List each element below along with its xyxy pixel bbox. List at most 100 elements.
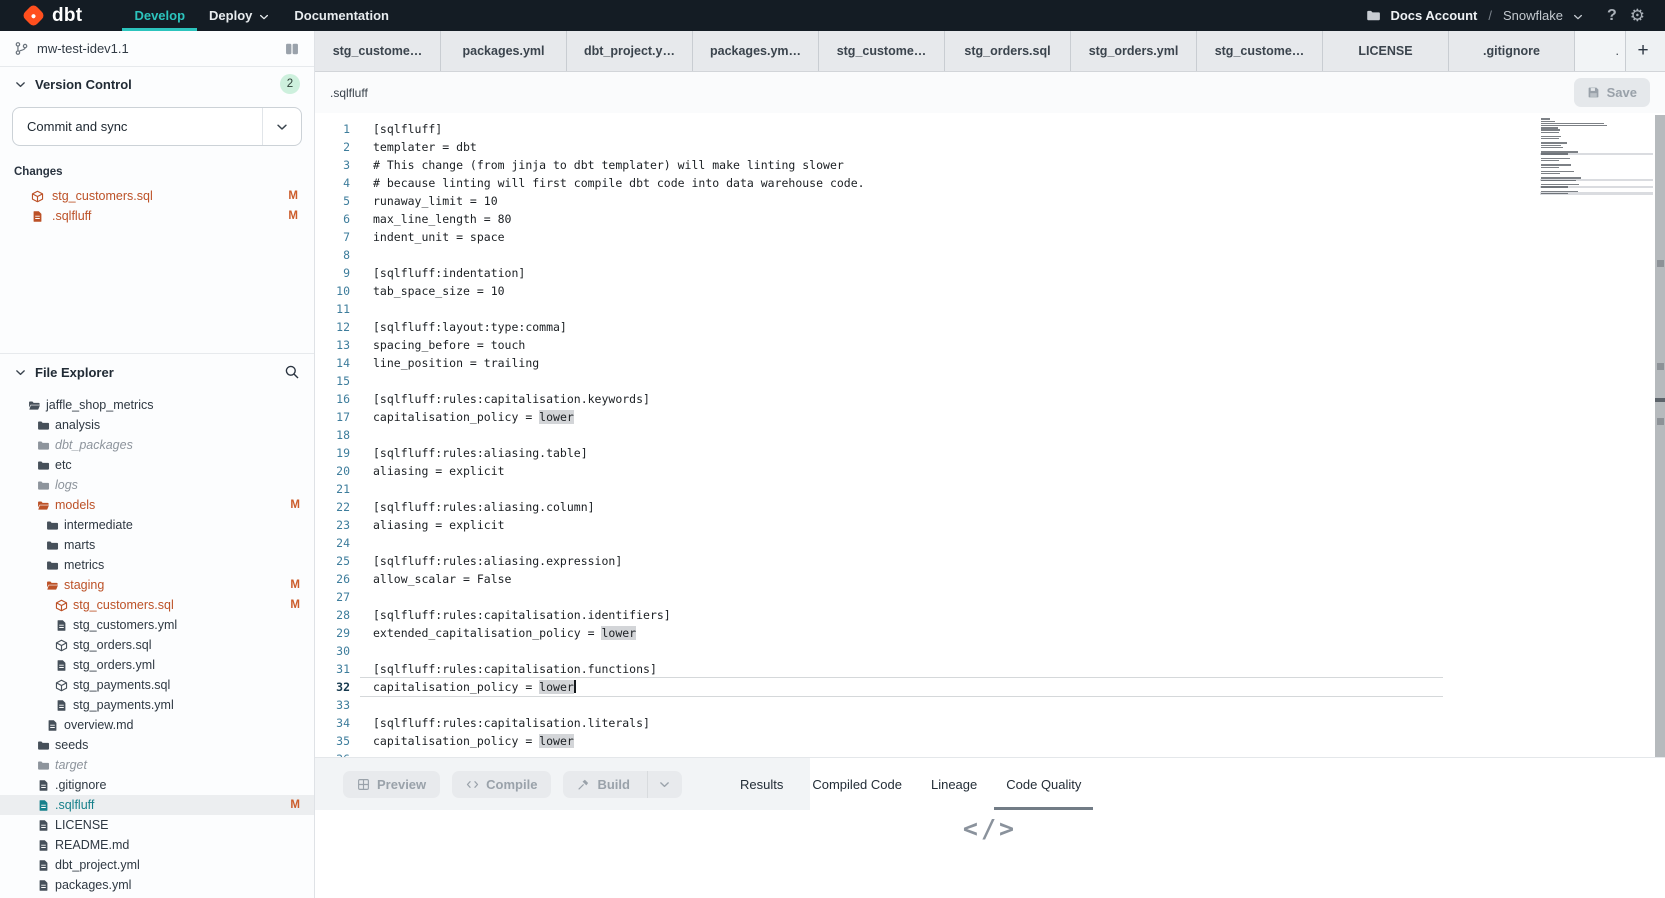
code-line-1[interactable]: 1[sqlfluff] [315,120,1535,138]
code-line-26[interactable]: 26allow_scalar = False [315,570,1535,588]
code-line-27[interactable]: 27 [315,588,1535,606]
code-line-25[interactable]: 25[sqlfluff:rules:aliasing.expression] [315,552,1535,570]
code-line-5[interactable]: 5runaway_limit = 10 [315,192,1535,210]
code-line-2[interactable]: 2templater = dbt [315,138,1535,156]
tree-item-stg-customers-yml[interactable]: stg_customers.yml [0,615,314,635]
editor-tab-partial[interactable]: . [1575,31,1626,71]
code-line-32[interactable]: 32capitalisation_policy = lower [315,678,1535,696]
code-line-7[interactable]: 7indent_unit = space [315,228,1535,246]
tree-item-stg-payments-sql[interactable]: stg_payments.sql [0,675,314,695]
code-line-23[interactable]: 23aliasing = explicit [315,516,1535,534]
code-line-15[interactable]: 15 [315,372,1535,390]
panel-tab-lineage[interactable]: Lineage [919,758,989,810]
code-line-36[interactable]: 36 [315,750,1535,757]
code-line-8[interactable]: 8 [315,246,1535,264]
tree-item-etc[interactable]: etc [0,455,314,475]
nav-menu-develop[interactable]: Develop [122,0,197,31]
code-line-4[interactable]: 4# because linting will first compile db… [315,174,1535,192]
panel-tab-code-quality[interactable]: Code Quality [994,758,1093,810]
code-line-31[interactable]: 31[sqlfluff:rules:capitalisation.functio… [315,660,1535,678]
account-name[interactable]: Docs Account [1390,8,1477,23]
new-tab-button[interactable]: + [1626,31,1660,71]
tree-item-dbt-packages[interactable]: dbt_packages [0,435,314,455]
changed-file-sqlfluff[interactable]: .sqlfluffM [0,206,314,226]
panel-tab-compiled-code[interactable]: Compiled Code [800,758,914,810]
editor-tab-dbt-project-y[interactable]: dbt_project.y… [567,31,693,71]
tree-item-readme-md[interactable]: README.md [0,835,314,855]
tree-item-target[interactable]: target [0,755,314,775]
editor-tab-packages-yml[interactable]: packages.yml [441,31,567,71]
file-explorer-header[interactable]: File Explorer [0,354,314,390]
code-line-21[interactable]: 21 [315,480,1535,498]
version-control-header[interactable]: Version Control 2 [0,67,314,101]
code-line-29[interactable]: 29extended_capitalisation_policy = lower [315,624,1535,642]
code-line-10[interactable]: 10tab_space_size = 10 [315,282,1535,300]
tree-item-analysis[interactable]: analysis [0,415,314,435]
changed-file-stg-customers-sql[interactable]: stg_customers.sqlM [0,186,314,206]
commit-options-caret[interactable] [262,108,301,145]
code-line-16[interactable]: 16[sqlfluff:rules:capitalisation.keyword… [315,390,1535,408]
docs-columns-icon[interactable] [284,42,300,56]
code-editor[interactable]: 1[sqlfluff]2templater = dbt3# This chang… [315,113,1665,757]
chevron-down-icon[interactable] [1572,11,1584,23]
editor-tab-stg-custome[interactable]: stg_custome… [1197,31,1323,71]
save-button[interactable]: Save [1574,78,1650,107]
editor-tab-license[interactable]: LICENSE [1323,31,1449,71]
code-line-30[interactable]: 30 [315,642,1535,660]
code-line-9[interactable]: 9[sqlfluff:indentation] [315,264,1535,282]
tree-item-seeds[interactable]: seeds [0,735,314,755]
code-line-33[interactable]: 33 [315,696,1535,714]
tree-item-models[interactable]: modelsM [0,495,314,515]
nav-menu-documentation[interactable]: Documentation [282,0,401,31]
connection-name[interactable]: Snowflake [1503,8,1563,23]
tree-item-license[interactable]: LICENSE [0,815,314,835]
code-line-19[interactable]: 19[sqlfluff:rules:aliasing.table] [315,444,1535,462]
tree-item-logs[interactable]: logs [0,475,314,495]
search-icon[interactable] [284,364,300,380]
code-line-11[interactable]: 11 [315,300,1535,318]
code-line-24[interactable]: 24 [315,534,1535,552]
code-line-3[interactable]: 3# This change (from jinja to dbt templa… [315,156,1535,174]
code-line-17[interactable]: 17capitalisation_policy = lower [315,408,1535,426]
commit-and-sync-button[interactable]: Commit and sync [12,107,302,146]
compile-button[interactable]: Compile [452,771,551,798]
tree-item-packages-yml[interactable]: packages.yml [0,875,314,895]
code-line-35[interactable]: 35capitalisation_policy = lower [315,732,1535,750]
tree-item-metrics[interactable]: metrics [0,555,314,575]
dbt-logo[interactable]: dbt [25,6,82,25]
code-line-28[interactable]: 28[sqlfluff:rules:capitalisation.identif… [315,606,1535,624]
tree-item-dbt-project-yml[interactable]: dbt_project.yml [0,855,314,875]
editor-tab-packages-ym[interactable]: packages.ym… [693,31,819,71]
build-options-caret[interactable] [647,771,682,798]
tree-item-stg-payments-yml[interactable]: stg_payments.yml [0,695,314,715]
build-button[interactable]: Build [563,771,682,798]
nav-menu-deploy[interactable]: Deploy [197,0,282,31]
editor-tab-stg-orders-yml[interactable]: stg_orders.yml [1071,31,1197,71]
tree-item-sqlfluff[interactable]: .sqlfluffM [0,795,314,815]
tree-item-overview-md[interactable]: overview.md [0,715,314,735]
editor-tab-stg-orders-sql[interactable]: stg_orders.sql [945,31,1071,71]
tree-item-gitignore[interactable]: .gitignore [0,775,314,795]
tree-item-marts[interactable]: marts [0,535,314,555]
minimap[interactable] [1540,118,1653,197]
editor-tab-stg-custome[interactable]: stg_custome… [819,31,945,71]
code-line-13[interactable]: 13spacing_before = touch [315,336,1535,354]
preview-button[interactable]: Preview [343,771,440,798]
code-line-20[interactable]: 20aliasing = explicit [315,462,1535,480]
editor-tab-stg-custome[interactable]: stg_custome… [315,31,441,71]
tree-item-stg-orders-sql[interactable]: stg_orders.sql [0,635,314,655]
tree-item-jaffle-shop-metrics[interactable]: jaffle_shop_metrics [0,395,314,415]
code-line-34[interactable]: 34[sqlfluff:rules:capitalisation.literal… [315,714,1535,732]
code-line-22[interactable]: 22[sqlfluff:rules:aliasing.column] [315,498,1535,516]
gear-icon[interactable]: ⚙ [1630,6,1645,26]
panel-tab-results[interactable]: Results [728,758,795,810]
editor-scrollbar[interactable] [1655,115,1665,757]
code-line-12[interactable]: 12[sqlfluff:layout:type:comma] [315,318,1535,336]
code-line-14[interactable]: 14line_position = trailing [315,354,1535,372]
code-line-18[interactable]: 18 [315,426,1535,444]
editor-tab-gitignore[interactable]: .gitignore [1449,31,1575,71]
tree-item-staging[interactable]: stagingM [0,575,314,595]
tree-item-stg-customers-sql[interactable]: stg_customers.sqlM [0,595,314,615]
code-line-6[interactable]: 6max_line_length = 80 [315,210,1535,228]
tree-item-intermediate[interactable]: intermediate [0,515,314,535]
